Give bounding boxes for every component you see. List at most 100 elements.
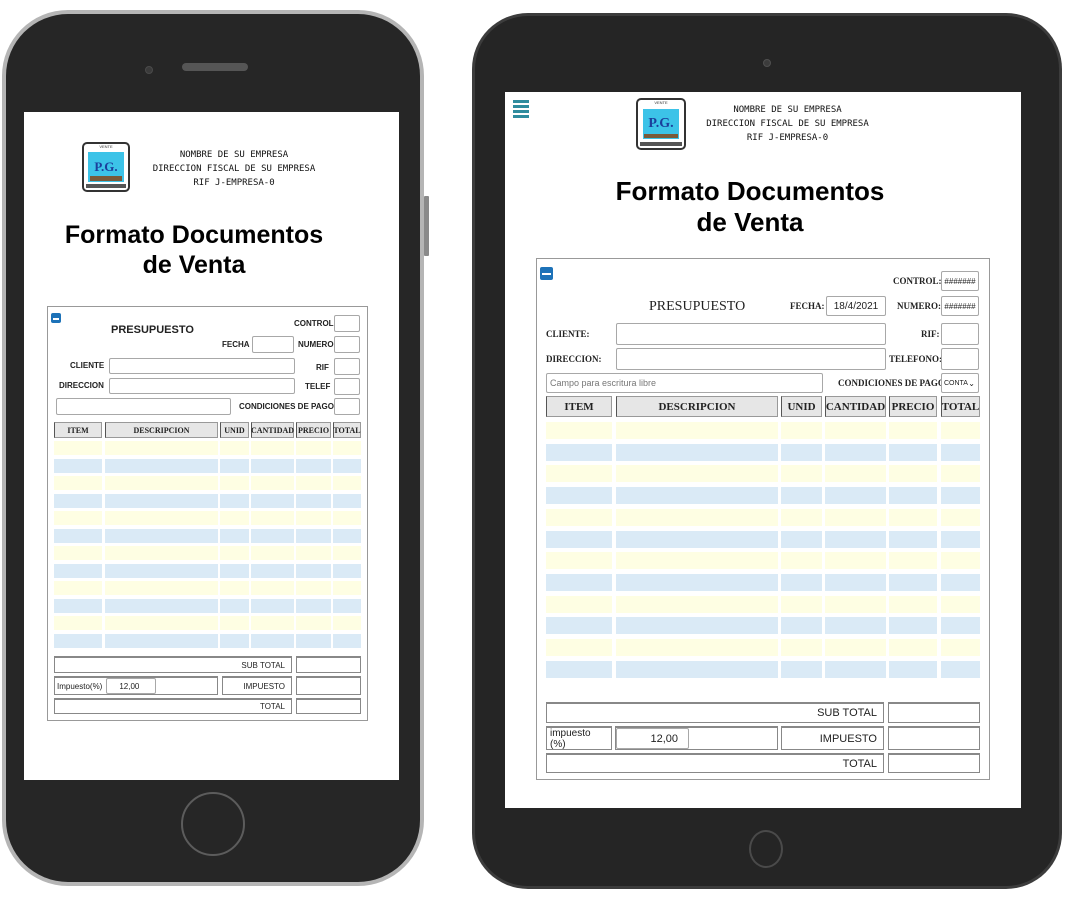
cell-descripcion[interactable] <box>105 458 218 473</box>
cell-item[interactable] <box>54 441 102 455</box>
cell-item[interactable] <box>54 493 102 508</box>
cell-cantidad[interactable] <box>251 633 294 648</box>
cell-cantidad[interactable] <box>251 476 294 490</box>
cell-precio[interactable] <box>889 573 937 591</box>
cell-descripcion[interactable] <box>616 487 778 505</box>
cell-precio[interactable] <box>296 616 331 630</box>
cell-total[interactable] <box>333 563 361 578</box>
cell-unid[interactable] <box>220 598 249 613</box>
cell-item[interactable] <box>546 552 612 570</box>
cell-unid[interactable] <box>781 573 822 591</box>
cell-item[interactable] <box>54 581 102 595</box>
cliente-field[interactable] <box>616 323 886 345</box>
cell-descripcion[interactable] <box>616 422 778 439</box>
cell-precio[interactable] <box>889 422 937 439</box>
cell-total[interactable] <box>941 487 980 505</box>
total-value[interactable] <box>296 698 361 714</box>
fecha-field[interactable]: 18/4/2021 <box>826 296 886 316</box>
cell-total[interactable] <box>333 616 361 630</box>
cell-item[interactable] <box>546 639 612 656</box>
cell-precio[interactable] <box>296 633 331 648</box>
cell-unid[interactable] <box>220 633 249 648</box>
cell-precio[interactable] <box>889 660 937 678</box>
cell-cantidad[interactable] <box>251 493 294 508</box>
cell-item[interactable] <box>546 508 612 526</box>
cell-cantidad[interactable] <box>251 458 294 473</box>
cell-total[interactable] <box>941 573 980 591</box>
cell-item[interactable] <box>54 616 102 630</box>
cell-cantidad[interactable] <box>825 422 886 439</box>
cell-unid[interactable] <box>781 660 822 678</box>
cell-cantidad[interactable] <box>251 616 294 630</box>
cell-total[interactable] <box>333 598 361 613</box>
home-button[interactable] <box>181 792 245 856</box>
cell-total[interactable] <box>333 511 361 525</box>
cell-total[interactable] <box>333 493 361 508</box>
cell-descripcion[interactable] <box>616 573 778 591</box>
cell-descripcion[interactable] <box>105 441 218 455</box>
condiciones-field[interactable] <box>334 398 360 415</box>
cell-cantidad[interactable] <box>251 563 294 578</box>
fecha-field[interactable] <box>252 336 294 353</box>
cell-total[interactable] <box>941 443 980 461</box>
free-text-field[interactable] <box>56 398 231 415</box>
impuesto-pct-field[interactable]: 12,00 <box>616 728 689 749</box>
cell-unid[interactable] <box>781 508 822 526</box>
collapse-icon[interactable] <box>51 313 61 323</box>
cell-descripcion[interactable] <box>616 660 778 678</box>
cell-total[interactable] <box>333 633 361 648</box>
menu-icon[interactable] <box>513 100 529 120</box>
cell-cantidad[interactable] <box>825 573 886 591</box>
cell-precio[interactable] <box>296 581 331 595</box>
cell-total[interactable] <box>333 546 361 560</box>
cell-unid[interactable] <box>781 530 822 548</box>
cell-precio[interactable] <box>889 595 937 613</box>
cell-precio[interactable] <box>889 508 937 526</box>
cell-cantidad[interactable] <box>251 511 294 525</box>
cell-item[interactable] <box>546 487 612 505</box>
cell-item[interactable] <box>546 660 612 678</box>
cell-cantidad[interactable] <box>251 528 294 543</box>
cell-cantidad[interactable] <box>825 465 886 483</box>
cell-cantidad[interactable] <box>251 546 294 560</box>
cell-unid[interactable] <box>220 441 249 455</box>
cell-descripcion[interactable] <box>616 508 778 526</box>
cell-unid[interactable] <box>781 422 822 439</box>
cell-descripcion[interactable] <box>616 552 778 570</box>
cell-item[interactable] <box>546 465 612 483</box>
cell-descripcion[interactable] <box>616 617 778 635</box>
cell-precio[interactable] <box>296 598 331 613</box>
cell-precio[interactable] <box>296 458 331 473</box>
cell-descripcion[interactable] <box>105 528 218 543</box>
cell-descripcion[interactable] <box>105 633 218 648</box>
total-value[interactable] <box>888 753 980 773</box>
cell-descripcion[interactable] <box>616 639 778 656</box>
cell-cantidad[interactable] <box>825 508 886 526</box>
telefono-field[interactable] <box>941 348 979 370</box>
cell-unid[interactable] <box>781 617 822 635</box>
cell-item[interactable] <box>54 633 102 648</box>
cell-total[interactable] <box>941 530 980 548</box>
cell-total[interactable] <box>333 476 361 490</box>
cell-descripcion[interactable] <box>105 511 218 525</box>
cell-item[interactable] <box>54 598 102 613</box>
cell-item[interactable] <box>54 476 102 490</box>
cell-descripcion[interactable] <box>105 563 218 578</box>
cell-precio[interactable] <box>296 441 331 455</box>
cell-total[interactable] <box>333 528 361 543</box>
cell-precio[interactable] <box>889 487 937 505</box>
cell-cantidad[interactable] <box>251 581 294 595</box>
cell-item[interactable] <box>546 573 612 591</box>
cell-item[interactable] <box>546 422 612 439</box>
cell-precio[interactable] <box>296 493 331 508</box>
cell-unid[interactable] <box>781 443 822 461</box>
cell-descripcion[interactable] <box>616 530 778 548</box>
subtotal-value[interactable] <box>888 702 980 723</box>
cell-descripcion[interactable] <box>616 595 778 613</box>
cell-precio[interactable] <box>889 530 937 548</box>
subtotal-value[interactable] <box>296 656 361 673</box>
rif-field[interactable] <box>334 358 360 375</box>
cell-precio[interactable] <box>889 465 937 483</box>
cell-cantidad[interactable] <box>251 598 294 613</box>
cell-unid[interactable] <box>220 528 249 543</box>
